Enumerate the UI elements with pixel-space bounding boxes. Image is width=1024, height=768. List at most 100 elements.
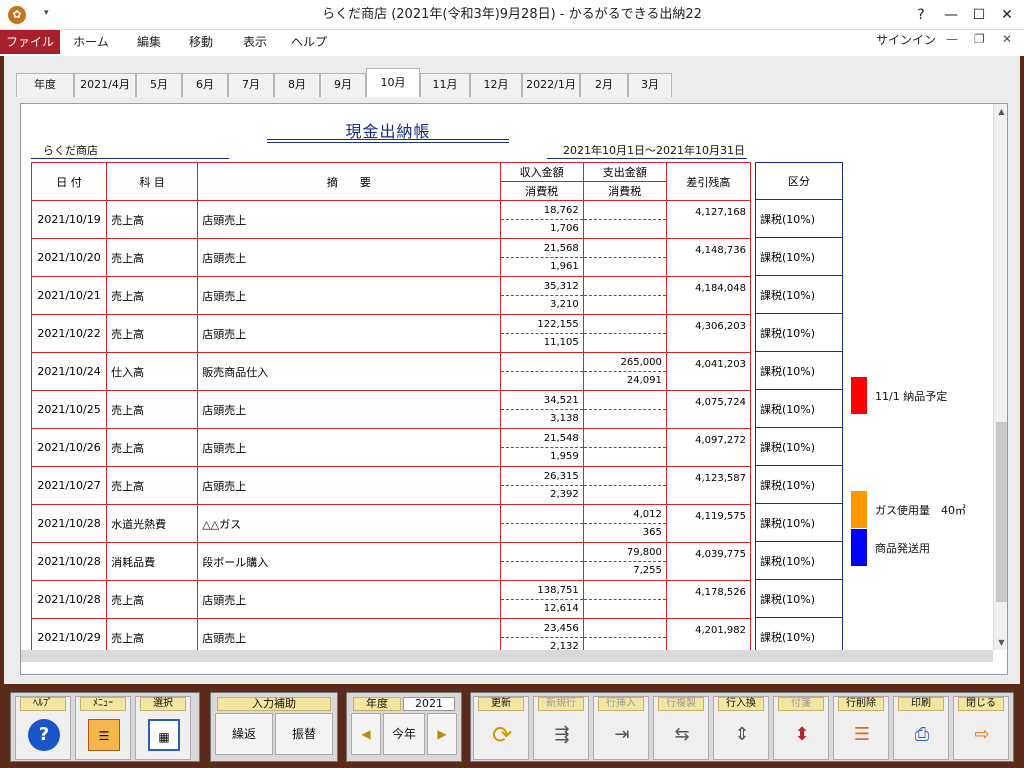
- cell-income[interactable]: [499, 352, 584, 391]
- table-row[interactable]: 課税(10%): [755, 237, 843, 276]
- tab-10[interactable]: 10月: [366, 68, 420, 97]
- cell-category[interactable]: 課税(10%): [755, 427, 843, 466]
- cell-expense[interactable]: [582, 466, 667, 505]
- table-row[interactable]: 課税(10%): [755, 275, 843, 314]
- cell-subject[interactable]: 売上高: [106, 314, 199, 353]
- copy-row-tool-button[interactable]: 行複製 ⇆: [653, 696, 709, 760]
- tab-2022-01[interactable]: 2022/1月: [522, 73, 580, 97]
- table-row[interactable]: 2021/10/26 売上高 店頭売上 21,548 1,959 4,097,272: [30, 428, 752, 467]
- cell-subject[interactable]: 水道光熱費: [106, 504, 199, 543]
- tab-07[interactable]: 7月: [228, 73, 274, 97]
- prev-year-arrow-icon[interactable]: ◀: [351, 713, 381, 755]
- table-row[interactable]: 2021/10/21 売上高 店頭売上 35,312 3,210 4,184,048: [30, 276, 752, 315]
- cell-category[interactable]: 課税(10%): [755, 199, 843, 238]
- table-row[interactable]: 2021/10/20 売上高 店頭売上 21,568 1,961 4,148,736: [30, 238, 752, 277]
- vertical-scrollbar[interactable]: ▲ ▼: [993, 104, 1007, 650]
- tab-02[interactable]: 2月: [580, 73, 628, 97]
- scroll-up-icon[interactable]: ▲: [994, 104, 1007, 119]
- cell-income[interactable]: [499, 504, 584, 543]
- menu-move[interactable]: 移動: [176, 30, 226, 54]
- next-year-arrow-icon[interactable]: ▶: [427, 713, 457, 755]
- cell-subject[interactable]: 売上高: [106, 238, 199, 277]
- cell-date[interactable]: 2021/10/19: [30, 200, 108, 239]
- tab-09[interactable]: 9月: [320, 73, 366, 97]
- cell-subject[interactable]: 売上高: [106, 580, 199, 619]
- cell-subject[interactable]: 消耗品費: [106, 542, 199, 581]
- table-row[interactable]: 課税(10%): [755, 351, 843, 390]
- table-row[interactable]: 課税(10%): [755, 389, 843, 428]
- cell-date[interactable]: 2021/10/22: [30, 314, 108, 353]
- tab-03[interactable]: 3月: [628, 73, 672, 97]
- menu-file[interactable]: ファイル: [0, 30, 60, 54]
- cell-date[interactable]: 2021/10/28: [30, 580, 108, 619]
- close-window-button[interactable]: ✕: [992, 0, 1022, 30]
- cell-category[interactable]: 課税(10%): [755, 351, 843, 390]
- cell-expense[interactable]: 265,000 24,091: [582, 352, 667, 391]
- this-year-button[interactable]: 今年: [383, 713, 425, 755]
- cell-expense[interactable]: [582, 238, 667, 277]
- select-tool-button[interactable]: 選択 ▦: [135, 696, 191, 760]
- cell-date[interactable]: 2021/10/21: [30, 276, 108, 315]
- tab-2021-04[interactable]: 2021/4月: [74, 73, 136, 97]
- table-row[interactable]: 課税(10%): [755, 579, 843, 618]
- menu-edit[interactable]: 編集: [124, 30, 174, 54]
- maximize-button[interactable]: ☐: [964, 0, 994, 30]
- cell-description[interactable]: 段ボール購入: [197, 542, 501, 581]
- cell-description[interactable]: 店頭売上: [197, 314, 501, 353]
- cell-subject[interactable]: 仕入高: [106, 352, 199, 391]
- cell-expense[interactable]: [582, 580, 667, 619]
- transfer-button[interactable]: 振替: [275, 713, 333, 755]
- table-row[interactable]: 2021/10/24 仕入高 販売商品仕入 265,000 24,091 4,041,20…: [30, 352, 752, 391]
- cell-subject[interactable]: 売上高: [106, 390, 199, 429]
- insert-row-tool-button[interactable]: 行挿入 ⇥: [593, 696, 649, 760]
- sticky-note-blue[interactable]: [851, 529, 867, 566]
- menu-view[interactable]: 表示: [230, 30, 280, 54]
- cell-date[interactable]: 2021/10/24: [30, 352, 108, 391]
- delete-row-tool-button[interactable]: 行削除 ☰: [833, 696, 889, 760]
- cell-income[interactable]: 138,751 12,614: [499, 580, 584, 619]
- cell-category[interactable]: 課税(10%): [755, 275, 843, 314]
- cell-subject[interactable]: 売上高: [106, 428, 199, 467]
- cell-category[interactable]: 課税(10%): [755, 313, 843, 352]
- cell-subject[interactable]: 売上高: [106, 466, 199, 505]
- ribbon-minimize-icon[interactable]: —: [946, 32, 958, 46]
- cell-income[interactable]: 26,315 2,392: [499, 466, 584, 505]
- print-tool-button[interactable]: 印刷 ⎙: [893, 696, 949, 760]
- cell-description[interactable]: 販売商品仕入: [197, 352, 501, 391]
- minimize-button[interactable]: —: [936, 0, 966, 30]
- tab-year[interactable]: 年度: [16, 73, 74, 97]
- cell-income[interactable]: 18,762 1,706: [499, 200, 584, 239]
- tab-05[interactable]: 5月: [136, 73, 182, 97]
- menu-tool-button[interactable]: ﾒﾆｭｰ ☰: [75, 696, 131, 760]
- cell-income[interactable]: 122,155 11,105: [499, 314, 584, 353]
- table-row[interactable]: 課税(10%): [755, 427, 843, 466]
- cell-income[interactable]: [499, 542, 584, 581]
- cell-description[interactable]: 店頭売上: [197, 200, 501, 239]
- repeat-button[interactable]: 繰返: [215, 713, 273, 755]
- table-row[interactable]: 2021/10/19 売上高 店頭売上 18,762 1,706 4,127,168: [30, 200, 752, 239]
- cell-date[interactable]: 2021/10/28: [30, 504, 108, 543]
- cell-description[interactable]: 店頭売上: [197, 390, 501, 429]
- cell-expense[interactable]: [582, 314, 667, 353]
- cell-description[interactable]: 店頭売上: [197, 466, 501, 505]
- table-row[interactable]: 課税(10%): [755, 503, 843, 542]
- table-row[interactable]: 2021/10/22 売上高 店頭売上 122,155 11,105 4,306,203: [30, 314, 752, 353]
- cell-category[interactable]: 課税(10%): [755, 389, 843, 428]
- cell-expense[interactable]: 4,012 365: [582, 504, 667, 543]
- cell-date[interactable]: 2021/10/20: [30, 238, 108, 277]
- table-row[interactable]: 2021/10/27 売上高 店頭売上 26,315 2,392 4,123,587: [30, 466, 752, 505]
- sticky-note-orange[interactable]: [851, 491, 867, 528]
- cell-description[interactable]: 店頭売上: [197, 276, 501, 315]
- cell-subject[interactable]: 売上高: [106, 200, 199, 239]
- scroll-thumb[interactable]: [996, 422, 1007, 602]
- cell-category[interactable]: 課税(10%): [755, 579, 843, 618]
- cell-expense[interactable]: [582, 276, 667, 315]
- cell-date[interactable]: 2021/10/28: [30, 542, 108, 581]
- cell-subject[interactable]: 売上高: [106, 276, 199, 315]
- cell-expense[interactable]: [582, 428, 667, 467]
- table-row[interactable]: 課税(10%): [755, 541, 843, 580]
- ribbon-close-icon[interactable]: ✕: [1002, 32, 1012, 46]
- cell-income[interactable]: 35,312 3,210: [499, 276, 584, 315]
- cell-income[interactable]: 21,568 1,961: [499, 238, 584, 277]
- horizontal-scrollbar[interactable]: [21, 650, 993, 662]
